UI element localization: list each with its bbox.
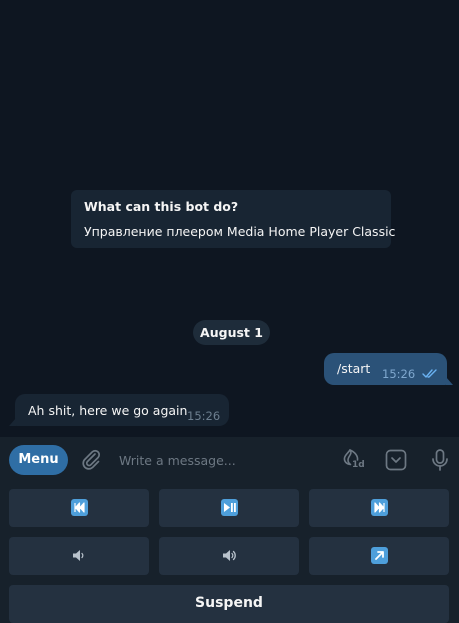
self-destruct-timer-icon[interactable]: 1d (339, 447, 365, 473)
bot-menu-button[interactable]: Menu (9, 445, 68, 475)
keyboard-button-play-pause[interactable] (159, 489, 299, 527)
keyboard-button-arrow-up-right[interactable] (309, 537, 449, 575)
date-separator[interactable]: August 1 (193, 320, 270, 345)
keyboard-button-volume-up[interactable] (159, 537, 299, 575)
message-composer: Menu 1d (0, 437, 459, 483)
message-time: 15:26 (382, 367, 416, 381)
timer-label: 1d (352, 460, 365, 470)
message-history[interactable]: What can this bot do? Управление плеером… (0, 0, 459, 437)
bot-reply-keyboard: Suspend (0, 483, 459, 623)
next-track-icon (370, 499, 388, 516)
bot-info-description: Управление плеером Media Home Player Cla… (84, 224, 396, 239)
bot-info-card: What can this bot do? Управление плеером… (71, 190, 396, 248)
keyboard-button-next-track[interactable] (309, 489, 449, 527)
message-time: 15:26 (187, 409, 221, 423)
message-input[interactable] (111, 449, 331, 471)
outgoing-message[interactable]: /start 15:26 (324, 353, 453, 385)
keyboard-button-previous-track[interactable] (9, 489, 149, 527)
play-pause-icon (220, 499, 238, 516)
message-text[interactable]: /start (337, 361, 370, 376)
suspend-button[interactable]: Suspend (9, 585, 449, 623)
attach-icon[interactable] (79, 448, 103, 472)
volume-down-icon (71, 547, 88, 564)
telegram-chat-window: What can this bot do? Управление плеером… (0, 0, 459, 623)
keyboard-button-volume-down[interactable] (9, 537, 149, 575)
message-text[interactable]: Ah shit, here we go again (28, 403, 187, 418)
arrow-up-right-icon (370, 547, 388, 564)
incoming-message[interactable]: Ah shit, here we go again 15:26 (9, 394, 229, 426)
bot-info-title: What can this bot do? (84, 199, 239, 214)
microphone-icon[interactable] (428, 448, 452, 472)
previous-track-icon (70, 499, 88, 516)
read-checkmarks-icon (422, 369, 437, 378)
volume-up-icon (221, 547, 238, 564)
bot-keyboard-icon[interactable] (384, 448, 408, 472)
